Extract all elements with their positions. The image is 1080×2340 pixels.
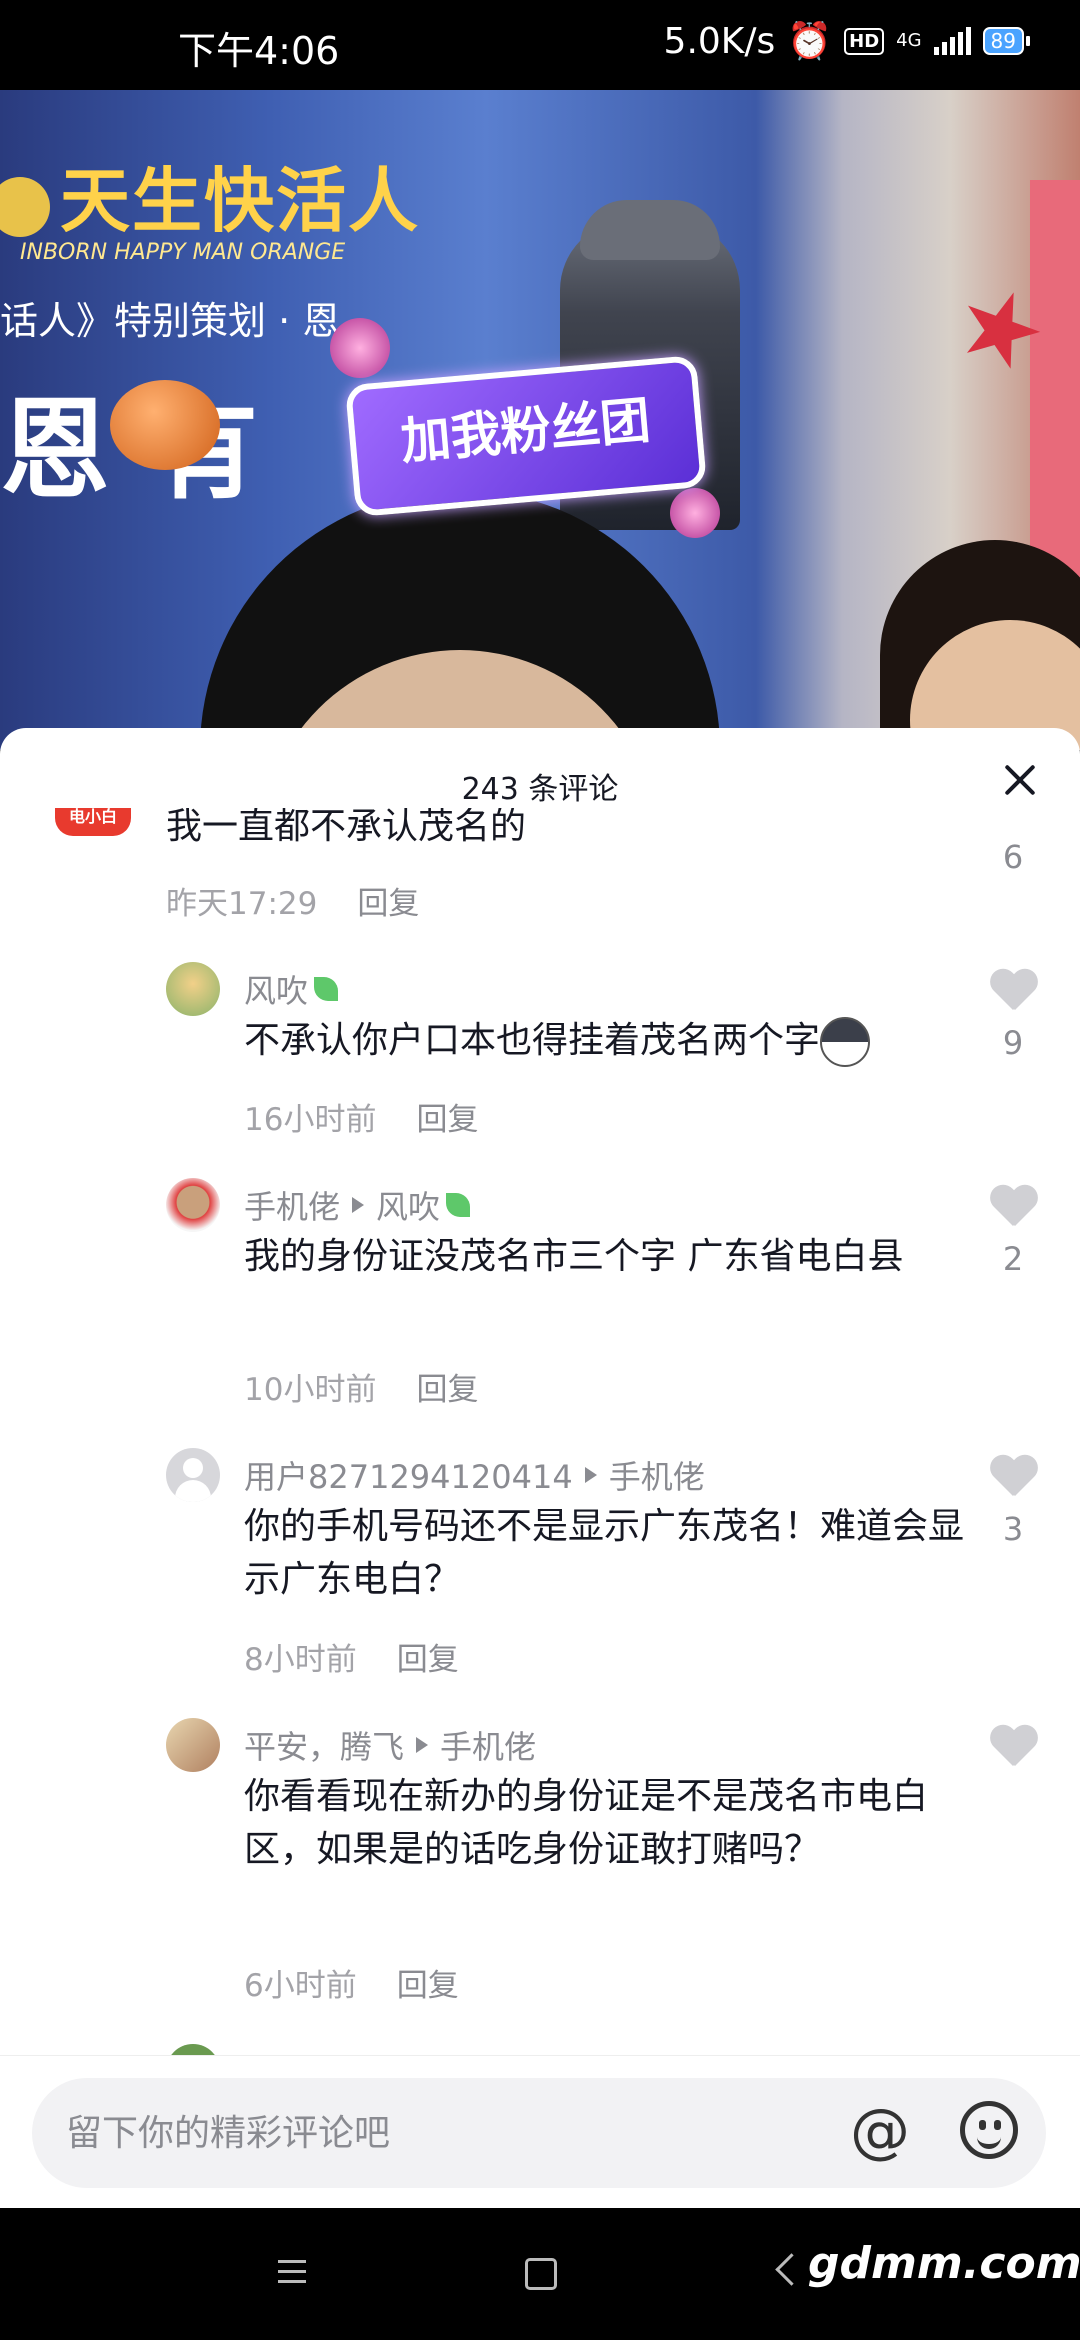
reply-to-username[interactable]: 风吹 [376,1182,440,1228]
comment-text: 不承认你户口本也得挂着茂名两个字 [244,1014,964,1067]
comment-username[interactable]: 平安，腾飞 [244,1722,404,1768]
planet-graphic [110,380,220,470]
comment-username[interactable]: 用户8271294120414 [244,1452,573,1498]
like-button[interactable]: 9 [988,970,1038,1062]
heart-icon [989,1726,1037,1770]
comment-item: 手机佬 风吹 我的身份证没茂名市三个字 广东省电白县 10小时前 回复 2 [0,1174,1080,1434]
disco-ball-icon [330,318,390,378]
emoji-icon[interactable] [960,2101,1018,2159]
show-subtitle: INBORN HAPPY MAN ORANGE [20,240,346,265]
show-logo: 天生快活人 [0,145,420,246]
comment-item: 平安，腾飞 手机佬 你看看现在新办的身份证是不是茂名市电白区，如果是的话吃身份证敢… [0,1714,1080,2034]
menu-icon[interactable] [278,2260,306,2284]
avatar[interactable] [166,962,220,1016]
reply-arrow-icon [584,1467,597,1483]
network-type: 4G [896,30,922,51]
comment-text: 我的身份证没茂名市三个字 广东省电白县 [244,1236,904,1277]
status-bar: 下午4:06 5.0K/s ⏰ HD 4G 89 [0,0,1080,90]
banner-text: 话人》特别策划 · 恩 [0,299,341,343]
hd-icon: HD [844,27,885,55]
status-icons: 5.0K/s ⏰ HD 4G 89 [664,20,1030,62]
comment-time: 6小时前 [244,1968,357,2004]
signal-icon [933,27,971,55]
like-button[interactable]: 6 [988,838,1038,876]
like-button[interactable]: 2 [988,1186,1038,1278]
comment-text-content: 不承认你户口本也得挂着茂名两个字 [244,1020,821,1061]
avatar[interactable] [166,1448,220,1502]
comment-sheet: 243 条评论 电小白 我一直都不承认茂名的 昨天17:29 回复 6 风吹 不承… [0,728,1080,2208]
heart-icon [989,970,1037,1014]
reply-to-username[interactable]: 手机佬 [440,1722,536,1768]
comment-text: 你看看现在新办的身份证是不是茂名市电白区，如果是的话吃身份证敢打赌吗？ [244,1776,929,1870]
comment-meta: 6小时前 回复 [244,1960,459,2005]
comment-item: 电小白 我一直都不承认茂名的 昨天17:29 回复 6 [0,808,1080,948]
comment-meta: 8小时前 回复 [244,1634,459,1679]
comment-count-title: 243 条评论 [461,772,619,807]
comment-username[interactable]: 风吹 [244,966,308,1012]
avatar[interactable]: 电小白 [55,808,131,836]
like-count: 3 [1002,1510,1024,1548]
battery-level: 89 [982,27,1024,55]
at-mention-button[interactable]: @ [850,2096,910,2166]
reply-button[interactable]: 回复 [397,1642,459,1678]
alarm-icon: ⏰ [787,21,833,62]
video-player[interactable]: 天生快活人 INBORN HAPPY MAN ORANGE 话人》特别策划 · … [0,90,1080,750]
heart-icon [989,1456,1037,1500]
reply-button[interactable]: 回复 [416,1372,478,1408]
reply-button[interactable]: 回复 [416,1102,478,1138]
comment-text: 你的手机号码还不是显示广东茂名！难道会显示广东电白？ [244,1506,965,1600]
comment-meta: 16小时前 回复 [244,1094,478,1139]
battery-icon: 89 [982,27,1030,55]
watermark: gdmm.com [808,2238,1080,2289]
comment-username-row[interactable]: 手机佬 风吹 [244,1182,471,1228]
reply-button[interactable]: 回复 [357,886,419,922]
like-button[interactable] [988,1726,1038,1780]
comment-username-row[interactable]: 风吹 [244,966,339,1012]
heart-icon [989,1186,1037,1230]
comment-time: 16小时前 [244,1102,377,1138]
like-count: 2 [1002,1240,1024,1278]
comment-input-bar: @ [0,2055,1080,2206]
reply-to-username[interactable]: 手机佬 [609,1452,705,1498]
like-count: 6 [1002,838,1024,876]
comment-list[interactable]: 电小白 我一直都不承认茂名的 昨天17:29 回复 6 风吹 不承认你户口本也得挂… [0,808,1080,2058]
leaf-icon [314,977,339,1001]
net-speed: 5.0K/s [663,20,776,62]
comment-username[interactable]: 手机佬 [244,1182,340,1228]
avatar[interactable] [166,1178,220,1232]
avatar[interactable] [166,1718,220,1772]
husky-emoji-icon [820,1017,871,1067]
back-icon[interactable] [775,2253,808,2286]
reply-arrow-icon [416,1737,429,1753]
host-cap [580,200,720,260]
home-icon[interactable] [525,2258,557,2290]
status-time: 下午4:06 [178,29,340,73]
reply-button[interactable]: 回复 [397,1968,459,2004]
comment-item: 风吹 不承认你户口本也得挂着茂名两个字 16小时前 回复 9 [0,958,1080,1168]
comment-username-row[interactable]: 用户8271294120414 手机佬 [244,1452,705,1498]
close-icon[interactable] [996,756,1044,804]
comment-meta: 昨天17:29 回复 [166,878,419,923]
disco-ball-icon [670,488,720,538]
comment-username-row[interactable]: 平安，腾飞 手机佬 [244,1722,536,1768]
comment-text: 我一直都不承认茂名的 [166,808,527,847]
system-nav-bar: gdmm.com [0,2210,1080,2340]
comment-meta: 10小时前 回复 [244,1364,478,1409]
comment-time: 10小时前 [244,1372,377,1408]
reply-arrow-icon [352,1197,365,1213]
comment-item: 用户8271294120414 手机佬 你的手机号码还不是显示广东茂名！难道会显示… [0,1444,1080,1704]
comment-time: 8小时前 [244,1642,357,1678]
comment-time: 昨天17:29 [166,886,318,922]
like-count: 9 [1002,1024,1024,1062]
leaf-icon [446,1193,471,1217]
like-button[interactable]: 3 [988,1456,1038,1548]
